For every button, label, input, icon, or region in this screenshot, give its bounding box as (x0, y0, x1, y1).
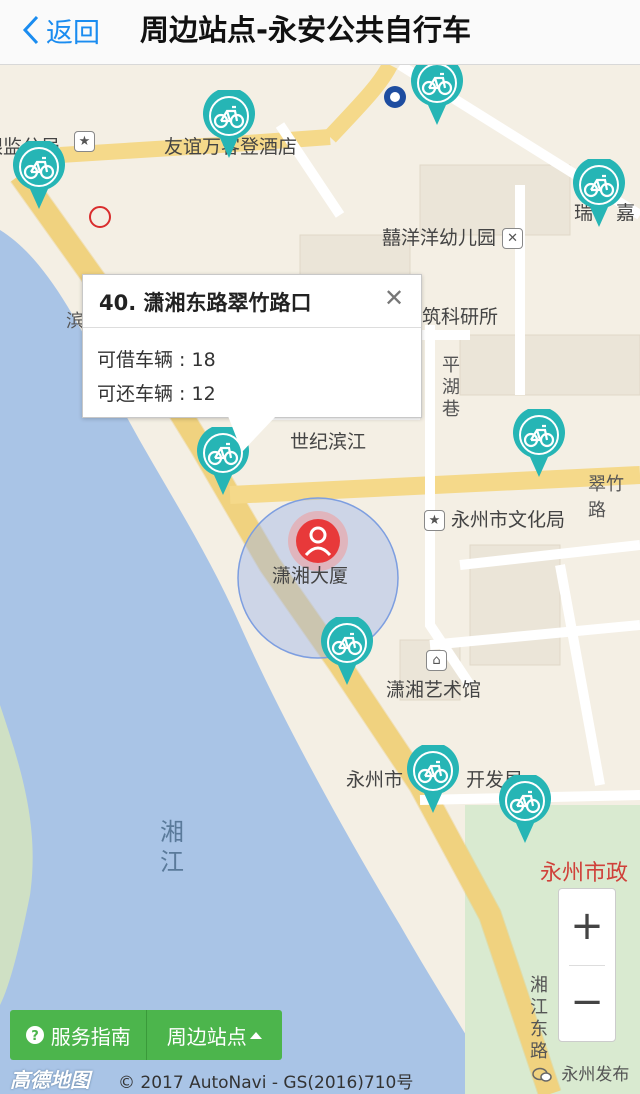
zoom-in-button[interactable]: + (559, 889, 615, 964)
poi-research-institute-label: 筑科研所 (422, 306, 499, 328)
popup-pointer (228, 416, 276, 452)
poi-kindergarten[interactable]: 囍洋洋幼儿园 ✕ (382, 223, 524, 250)
close-icon[interactable]: ✕ (381, 285, 407, 311)
bike-station-marker[interactable] (498, 772, 552, 845)
bike-station-icon (411, 65, 463, 125)
museum-icon: ⌂ (426, 650, 447, 671)
chevron-left-icon (22, 15, 39, 45)
bike-station-icon (203, 87, 255, 158)
bottom-action-bar: ? 服务指南 周边站点 (10, 1010, 282, 1060)
amap-logo: 高德地图 (10, 1068, 90, 1092)
zoom-controls: + − (558, 888, 616, 1042)
bike-station-marker[interactable] (406, 742, 460, 815)
map-copyright: © 2017 AutoNavi - GS(2016)710号 (118, 1073, 414, 1093)
service-guide-label: 服务指南 (50, 1024, 131, 1049)
back-button-label: 返回 (46, 17, 100, 49)
government-icon: ★ (74, 131, 95, 152)
service-guide-button[interactable]: ? 服务指南 (10, 1010, 146, 1060)
bike-station-icon (499, 772, 551, 843)
poi-culture-bureau-label: 永州市文化局 (451, 509, 566, 531)
poi-art-museum-label: 潇湘艺术馆 (386, 679, 482, 701)
wechat-icon (532, 1067, 552, 1082)
svg-text:?: ? (31, 1029, 39, 1044)
bike-station-icon (407, 742, 459, 813)
station-info-popup: 40. 潇湘东路翠竹路口 ✕ 可借车辆 : 18 可还车辆 : 12 (82, 274, 422, 418)
bike-station-icon (513, 406, 565, 477)
road-label-cuizhu: 翠竹路 (588, 474, 624, 521)
poi-culture-bureau[interactable]: ★ 永州市文化局 (424, 505, 565, 532)
poi-yongzhou-city-label: 永州市 (346, 769, 404, 791)
station-name: 40. 潇湘东路翠竹路口 (99, 291, 312, 315)
page-title: 周边站点-永安公共自行车 (140, 13, 472, 47)
bike-station-icon (12, 138, 65, 209)
nearby-stations-label: 周边站点 (166, 1024, 247, 1049)
watermark-label: 永州发布 (561, 1065, 630, 1085)
river-label: 湘江 (160, 818, 184, 876)
poi-xiaoxiang-mansion-label: 潇湘大厦 (272, 565, 349, 587)
nearby-stations-button[interactable]: 周边站点 (147, 1010, 283, 1060)
wechat-watermark: 永州发布 (532, 1060, 629, 1085)
bike-station-marker[interactable] (320, 614, 374, 687)
road-label-xiangjiang-east: 湘江东路 (530, 975, 548, 1062)
poi-yongzhou-government[interactable]: 永州市政 (540, 855, 628, 887)
help-icon: ? (25, 1026, 44, 1044)
bike-station-marker[interactable] (202, 87, 256, 160)
available-bikes: 可借车辆 : 18 (97, 349, 216, 371)
school-icon: ✕ (502, 228, 524, 249)
poi-art-museum[interactable]: ⌂ 潇湘艺术馆 (386, 650, 481, 702)
available-docks: 可还车辆 : 12 (97, 383, 216, 405)
poi-yongzhou-city[interactable]: 永州市 (346, 765, 403, 792)
bike-station-marker[interactable] (410, 65, 464, 127)
bike-station-marker[interactable] (512, 406, 566, 479)
caret-up-icon (249, 1032, 262, 1039)
bike-station-icon (573, 156, 625, 227)
road-label-pinghu: 平湖巷 (442, 355, 460, 420)
poi-yongzhou-government-label: 永州市政 (540, 861, 629, 886)
poi-shiji-binjiang[interactable]: 世纪滨江 (290, 427, 366, 454)
bike-station-icon (321, 614, 373, 685)
poi-shiji-binjiang-label: 世纪滨江 (290, 431, 367, 453)
government-icon: ★ (424, 510, 445, 531)
back-button[interactable]: 返回 (22, 10, 100, 50)
map-view[interactable]: 友谊万客登酒店 囍洋洋幼儿园 ✕ 筑科研所 世纪滨江 ★ 永州市文化局 潇湘大厦… (0, 65, 640, 1094)
popup-divider (83, 327, 421, 328)
poi-xiaoxiang-mansion[interactable]: 潇湘大厦 (272, 561, 348, 588)
bike-station-marker[interactable] (572, 156, 626, 229)
poi-research-institute[interactable]: 筑科研所 (422, 302, 498, 329)
bike-station-marker[interactable] (12, 138, 66, 211)
zoom-out-button[interactable]: − (559, 965, 615, 1040)
top-navigation-bar: 返回 周边站点-永安公共自行车 (0, 0, 640, 65)
poi-kindergarten-label: 囍洋洋幼儿园 (382, 227, 497, 249)
